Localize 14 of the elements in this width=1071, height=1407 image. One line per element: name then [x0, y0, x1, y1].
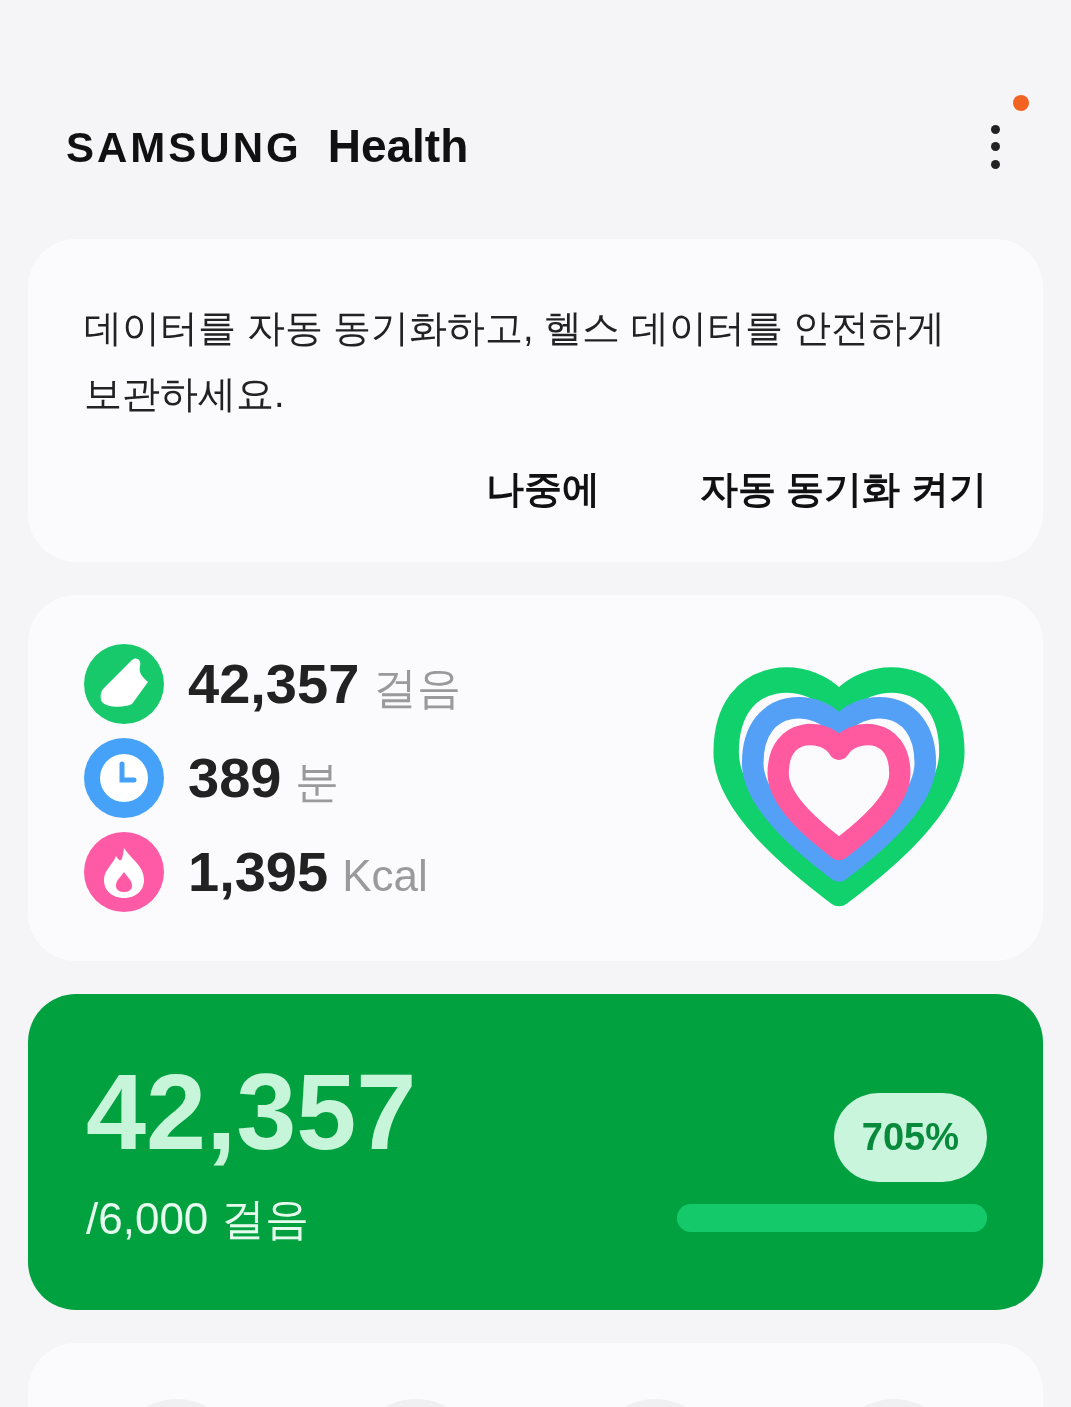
steps-goal: /6,000 걸음: [86, 1193, 310, 1245]
percent-badge: 705%: [833, 1092, 987, 1182]
brand-wordmark: SAMSUNG: [66, 123, 302, 173]
banner-action-button[interactable]: 나중에: [485, 461, 600, 518]
sync-message: 데이터를 자동 동기화하고, 헬스 데이터를 안전하게 보관하세요.: [84, 306, 947, 417]
metric-value: 42,357: [188, 651, 360, 717]
metric-unit: 걸음: [373, 662, 462, 714]
app-title: Health: [327, 119, 469, 174]
metric-value: 1,395: [188, 839, 329, 905]
banner-action-button[interactable]: 자동 동기화 켜기: [699, 461, 987, 518]
metric-value: 389: [188, 745, 282, 811]
steps-count: 42,357: [86, 1052, 417, 1172]
metric-unit: 분: [295, 756, 340, 808]
metric-unit: Kcal: [342, 850, 428, 902]
